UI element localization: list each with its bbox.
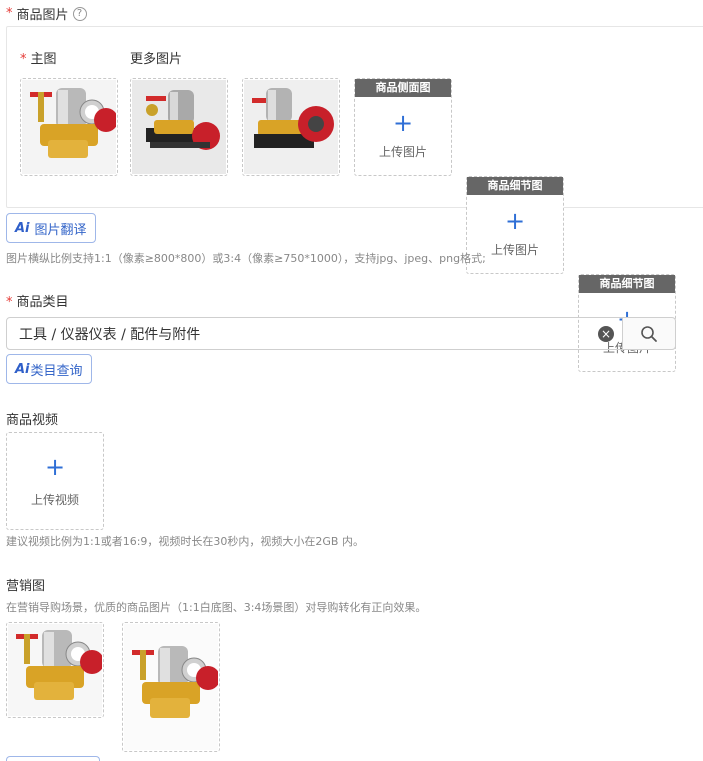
required-mark: * [20,52,27,67]
plus-icon: + [504,207,526,235]
marketing-image-portrait[interactable] [122,622,220,752]
slot-header: 商品细节图 [467,177,563,195]
required-mark: * [6,295,13,310]
category-value: 工具 / 仪器仪表 / 配件与附件 [19,326,201,343]
marketing-hint: 在营销导购场景，优质的商品图片（1:1白底图、3:4场景图）对导购转化有正向效果… [6,601,427,614]
slot-header: 商品侧面图 [355,79,451,97]
plus-icon: + [392,109,414,137]
category-search-button[interactable] [622,317,676,350]
main-image-label: * 主图 [20,48,57,67]
marketing-image-square[interactable] [6,622,104,718]
plus-icon: + [44,452,66,481]
image-format-hint: 图片横纵比例支持1:1（像素≥800*800）或3:4（像素≥750*1000）… [6,252,486,265]
pump-image [124,624,218,750]
upload-side-image[interactable]: 商品侧面图 + 上传图片 [354,78,452,176]
search-icon [641,325,657,342]
category-input[interactable]: 工具 / 仪器仪表 / 配件与附件 × [6,317,623,350]
more-image-thumb-1[interactable] [130,78,228,176]
partial-button[interactable] [6,756,100,761]
ai-icon: Ai [15,220,30,236]
more-images-label: 更多图片 [130,52,183,67]
help-icon[interactable]: ? [72,6,87,21]
pump-image [8,624,102,716]
upload-text: 上传图片 [490,243,539,257]
more-image-thumb-2[interactable] [242,78,340,176]
category-title: 商品类目 [16,295,69,310]
product-images-header: * 商品图片 ? [6,4,87,23]
pump-image [132,80,226,174]
clear-icon[interactable]: × [598,326,614,342]
slot-header: 商品细节图 [579,275,675,293]
image-translate-button[interactable]: Ai 图片翻译 [6,213,96,243]
required-mark: * [6,6,13,21]
pump-image [22,80,116,174]
marketing-title: 营销图 [6,579,46,594]
main-image-label-text: 主图 [30,52,57,67]
product-images-title: 商品图片 [16,8,69,23]
upload-video-text: 上传视频 [30,492,79,507]
upload-video-box[interactable]: + 上传视频 [6,432,104,530]
ai-category-query-label: 类目查询 [30,363,83,379]
upload-text: 上传图片 [378,145,427,159]
video-title: 商品视频 [6,413,59,428]
video-hint: 建议视频比例为1:1或者16:9，视频时长在30秒内，视频大小在2GB 内。 [6,535,364,548]
image-translate-label: 图片翻译 [34,222,87,238]
ai-category-query-button[interactable]: Ai 类目查询 [6,354,92,384]
main-image-thumb[interactable] [20,78,118,176]
ai-icon: Ai [15,361,30,377]
category-header: * 商品类目 [6,291,69,310]
pump-image [244,80,338,174]
